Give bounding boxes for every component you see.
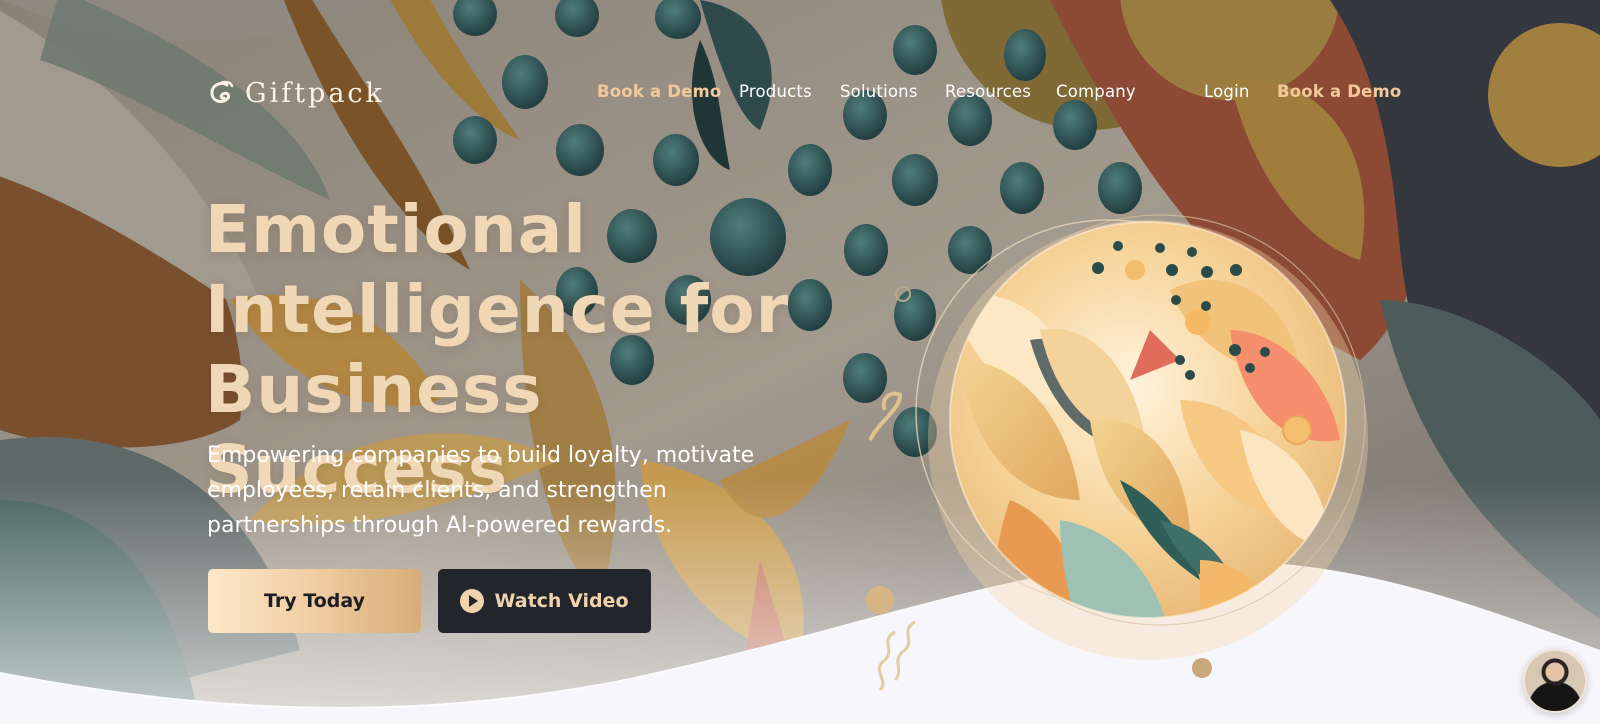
nav-company-link[interactable]: Company: [1056, 82, 1136, 101]
login-link[interactable]: Login: [1204, 82, 1250, 101]
headline-line-1: Emotional: [205, 191, 587, 268]
hero-subheadline: Empowering companies to build loyalty, m…: [207, 443, 755, 538]
chat-avatar[interactable]: [1523, 649, 1587, 713]
nav-book-demo-link[interactable]: Book a Demo: [597, 82, 721, 101]
header-book-demo-button[interactable]: Book a Demo: [1277, 82, 1401, 101]
giftpack-logo-icon: [210, 80, 234, 103]
try-today-label: Try Today: [264, 590, 365, 612]
play-icon: [460, 589, 485, 613]
hero-section: Giftpack Book a Demo Products Solutions …: [0, 0, 1600, 724]
nav-resources-link[interactable]: Resources: [945, 82, 1031, 101]
brand-logo[interactable]: Giftpack: [207, 78, 385, 109]
watch-video-button[interactable]: Watch Video: [438, 569, 651, 633]
headline-line-2: Intelligence for: [205, 271, 790, 348]
nav-solutions-link[interactable]: Solutions: [840, 82, 918, 101]
top-navigation: Giftpack Book a Demo Products Solutions …: [0, 0, 1600, 185]
try-today-button[interactable]: Try Today: [208, 569, 421, 633]
watch-video-label: Watch Video: [494, 590, 629, 612]
nav-products-link[interactable]: Products: [739, 82, 812, 101]
brand-name: Giftpack: [245, 78, 385, 109]
